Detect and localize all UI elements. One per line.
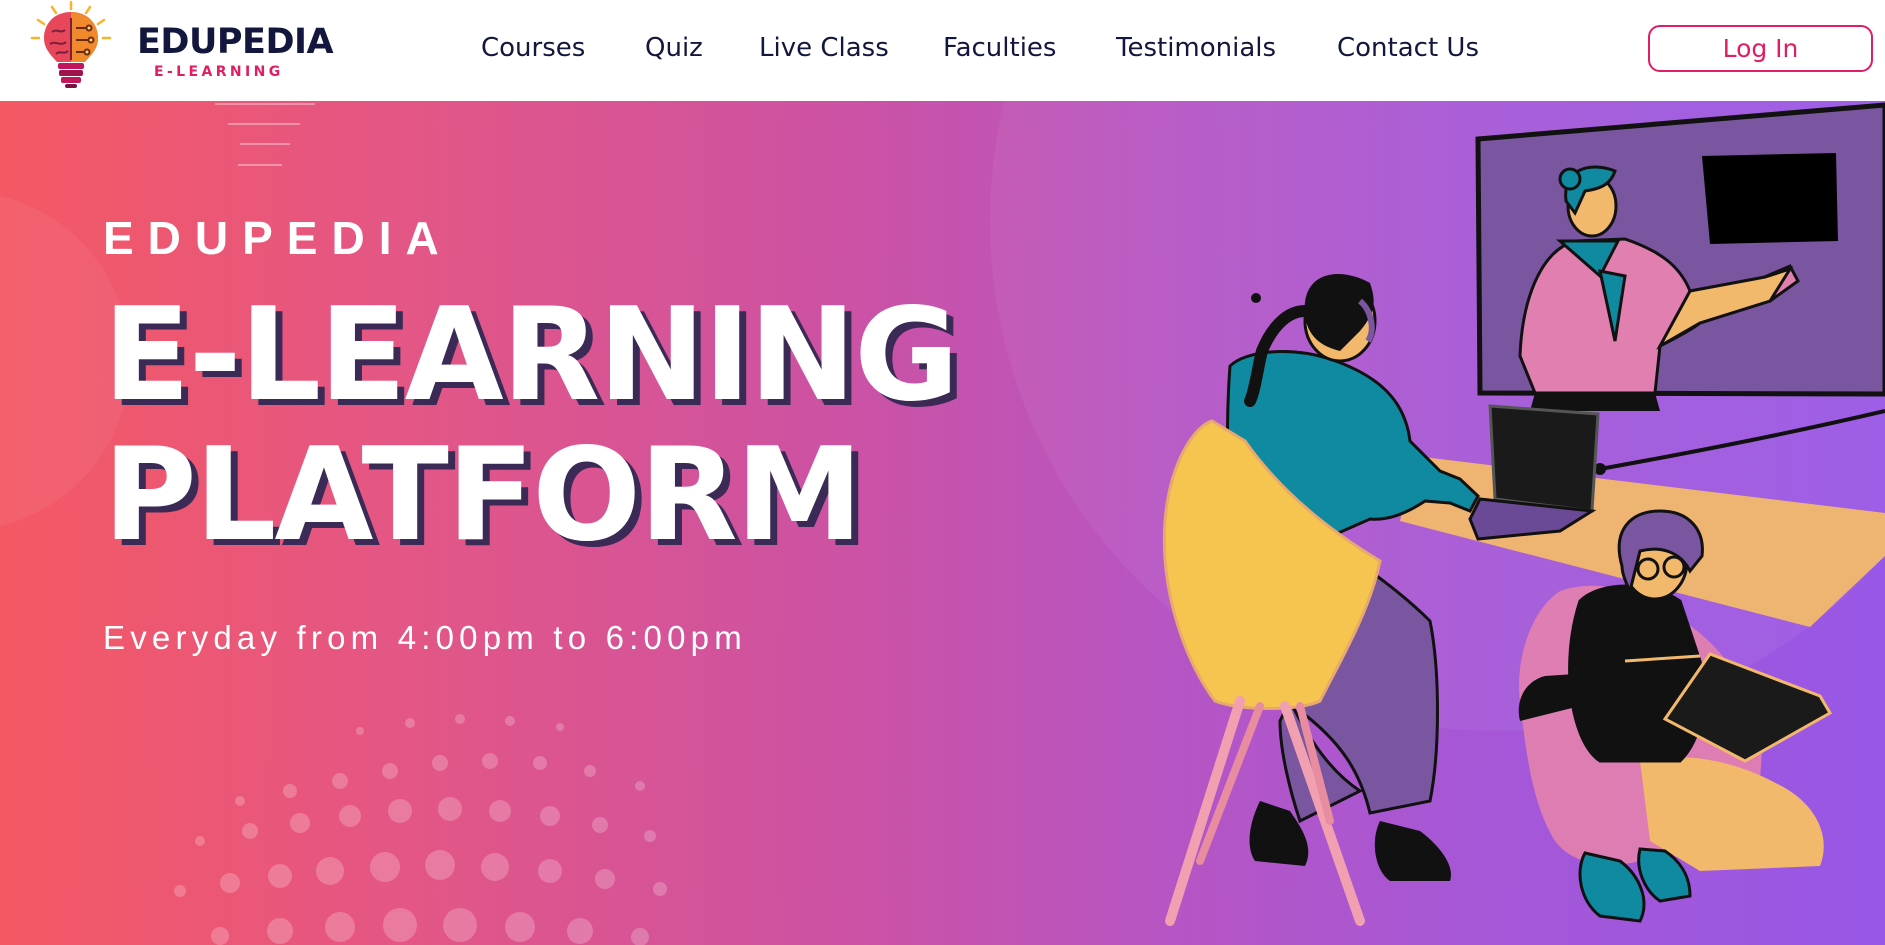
main-nav: Courses Quiz Live Class Faculties Testim… xyxy=(0,30,1885,70)
hero-title: E-LEARNING PLATFORM xyxy=(103,286,1003,566)
hero-schedule-tagline: Everyday from 4:00pm to 6:00pm xyxy=(103,619,747,656)
hero-banner: EDUPEDIA E-LEARNING PLATFORM Everyday fr… xyxy=(0,101,1885,945)
nav-quiz[interactable]: Quiz xyxy=(645,30,703,66)
nav-testimonials[interactable]: Testimonials xyxy=(1116,30,1276,66)
nav-courses[interactable]: Courses xyxy=(481,30,585,66)
login-button[interactable]: Log In xyxy=(1648,25,1873,72)
nav-live-class[interactable]: Live Class xyxy=(759,30,889,66)
nav-faculties[interactable]: Faculties xyxy=(943,30,1056,66)
hero-eyebrow: EDUPEDIA xyxy=(103,212,453,264)
top-navbar: EDUPEDIA E-LEARNING Courses Quiz Live Cl… xyxy=(0,0,1885,101)
hero-title-line-1: E-LEARNING xyxy=(103,281,959,430)
nav-contact-us[interactable]: Contact Us xyxy=(1337,30,1479,66)
hero-title-line-2: PLATFORM xyxy=(103,421,863,570)
